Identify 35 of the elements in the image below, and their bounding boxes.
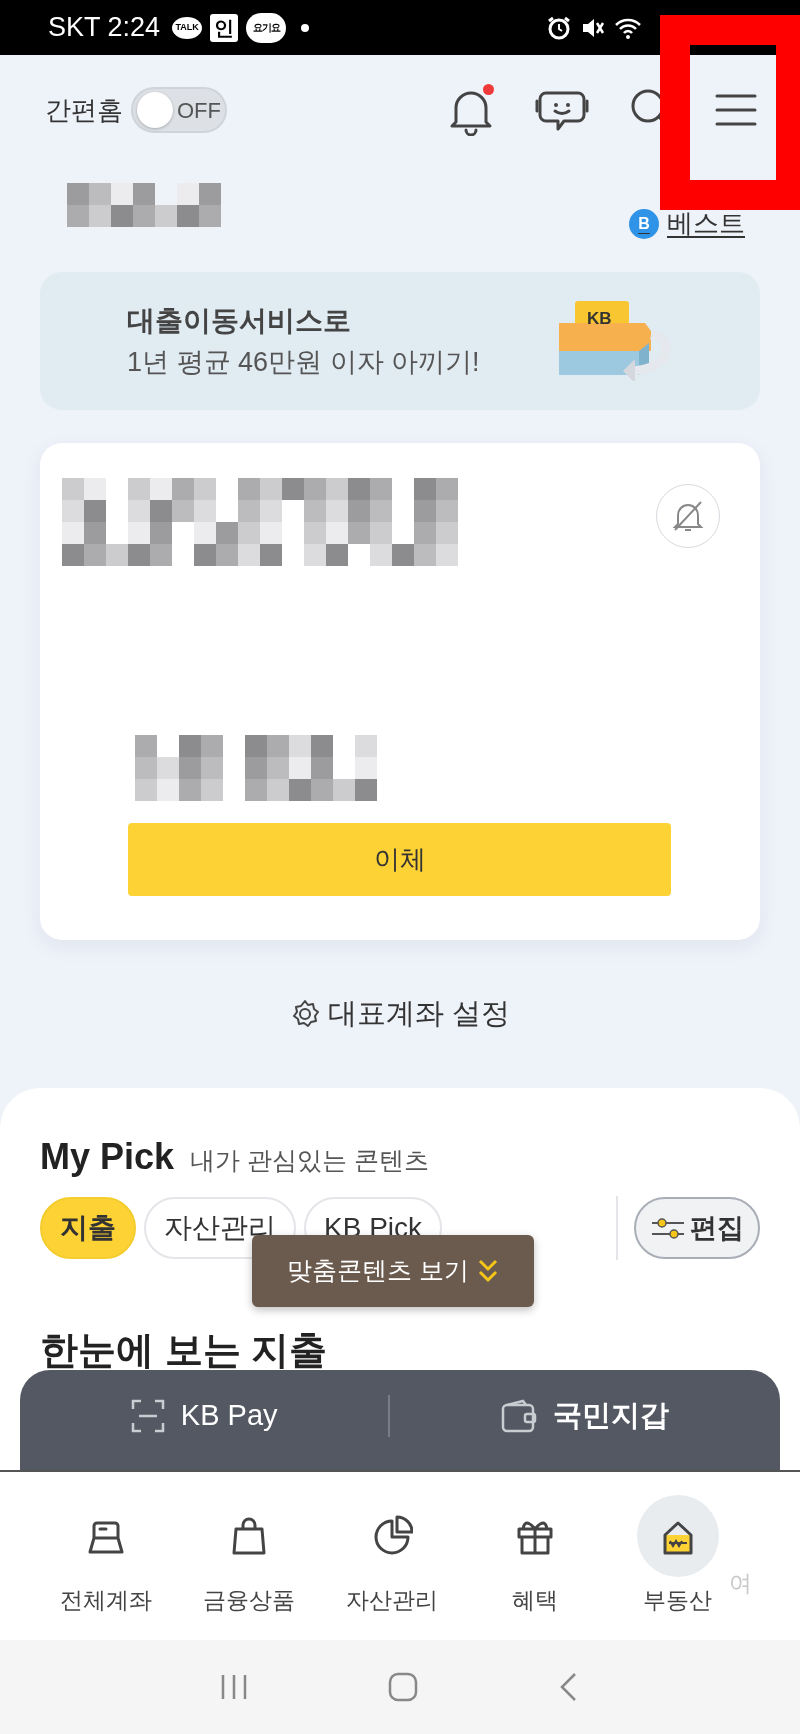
best-link[interactable]: B 베스트 xyxy=(629,204,745,243)
wallet-button[interactable]: 국민지갑 xyxy=(390,1393,780,1439)
logo-label: KB xyxy=(587,308,612,330)
quick-home-label: 간편홈 xyxy=(45,93,123,127)
section-title: My Pick xyxy=(40,1135,175,1179)
banner-title: 대출이동서비스로 xyxy=(127,303,352,338)
alarm-icon xyxy=(546,14,572,41)
nav-item[interactable]: 혜택 xyxy=(463,1494,606,1618)
primary-account-setting-link[interactable]: 대표계좌 설정 xyxy=(289,992,511,1036)
section-heading: 한눈에 보는 지출 xyxy=(40,1328,329,1373)
quick-home-toggle[interactable]: OFF xyxy=(131,87,227,133)
transfer-button[interactable]: 이체 xyxy=(128,823,671,896)
more-notifications-icon xyxy=(300,22,311,33)
status-time: SKT 2:24 xyxy=(48,11,161,45)
app-notification-icon: TALK xyxy=(172,16,203,39)
home-icon[interactable] xyxy=(387,1671,419,1703)
scan-icon xyxy=(130,1399,165,1433)
nav-item[interactable]: 전체계좌 xyxy=(34,1494,177,1618)
promo-banner[interactable]: 대출이동서비스로 1년 평균 46만원 이자 아끼기! KB xyxy=(40,272,760,410)
filter-chip[interactable]: 지출 xyxy=(40,1197,136,1259)
pay-button[interactable]: KB Pay xyxy=(20,1393,389,1439)
bell-off-icon xyxy=(671,499,705,533)
nav-item[interactable]: 자산관리 xyxy=(320,1494,463,1618)
custom-content-tooltip[interactable]: 맞춤콘텐츠 보기 xyxy=(252,1235,534,1307)
recent-apps-icon[interactable] xyxy=(219,1672,249,1702)
badge-icon: B xyxy=(629,208,659,239)
wallet-icon xyxy=(501,1399,538,1433)
banner-subtitle: 1년 평균 46만원 이자 아끼기! xyxy=(127,345,480,379)
edit-button[interactable]: 편집 xyxy=(634,1197,760,1259)
app-notification-icon: 요기요 xyxy=(246,12,287,43)
section-subtitle: 내가 관심있는 콘텐츠 xyxy=(190,1145,429,1176)
double-chevron-icon xyxy=(476,1258,499,1284)
app-notification-icon: 인 xyxy=(210,13,239,42)
setting-label: 대표계좌 설정 xyxy=(327,996,511,1032)
nav-item[interactable]: 금융상품 xyxy=(177,1494,320,1618)
